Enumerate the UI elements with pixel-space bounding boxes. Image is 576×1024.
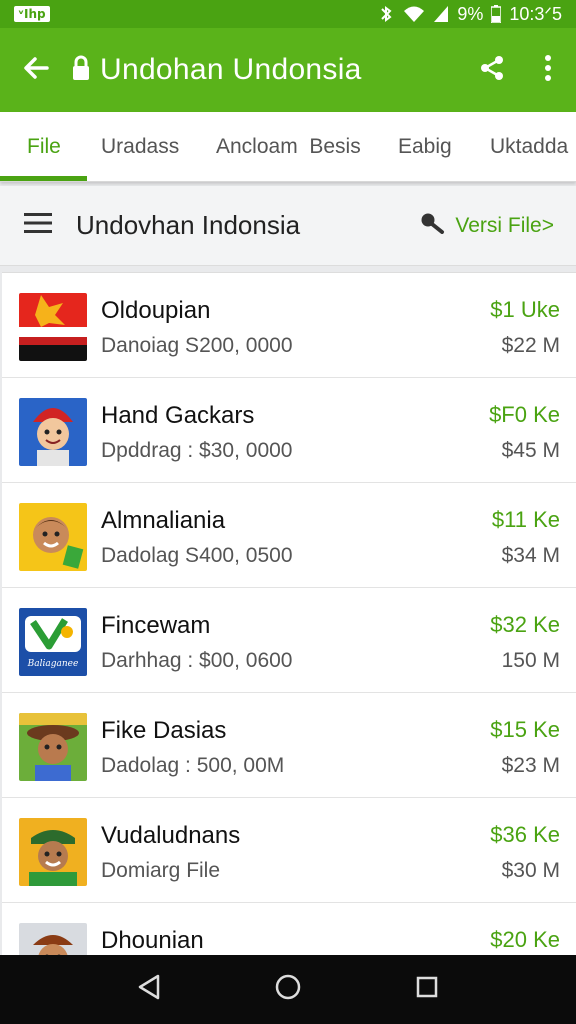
item-price: $20 Ke [490, 927, 560, 952]
tab-file[interactable]: File [27, 112, 61, 182]
list-item[interactable]: Dhounian $20 Ke [2, 903, 576, 955]
active-tab-indicator [0, 176, 87, 181]
section-title: Undovhan Indonsia [76, 210, 301, 240]
app-title: Undohan Undonsia [100, 53, 362, 86]
list-item[interactable]: Vudaludnans Domiarg File $36 Ke $30 M [2, 798, 576, 903]
app-bar: Undohan Undonsia [0, 28, 576, 112]
item-description: Danoiag S200, 0000 [101, 334, 293, 357]
character-thumbnail [19, 923, 87, 955]
item-name: Oldoupian [101, 297, 211, 324]
system-nav-bar [0, 955, 576, 1024]
more-vert-icon [544, 54, 552, 87]
nav-recents-button[interactable] [397, 960, 457, 1020]
logo-text: Baliaganee [27, 659, 79, 669]
nav-home-icon [274, 973, 302, 1006]
item-name: Dhounian [101, 927, 204, 954]
tab-uradass[interactable]: Uradass [101, 112, 179, 182]
app-bar-actions [464, 28, 576, 112]
item-name: Fike Dasias [101, 717, 227, 744]
item-name: Almnaliania [101, 507, 226, 534]
battery-percent: 9% [457, 3, 484, 24]
menu-button[interactable] [0, 186, 76, 266]
item-description: Dadolag S400, 0500 [101, 544, 293, 567]
wifi-icon [403, 5, 425, 23]
item-name: Vudaludnans [101, 822, 241, 849]
list-item[interactable]: Fike Dasias Dadolag : 500, 00M $15 Ke $2… [2, 693, 576, 798]
hamburger-icon [24, 212, 52, 239]
nav-home-button[interactable] [258, 960, 318, 1020]
character-thumbnail [19, 713, 87, 781]
title-wrap: Undohan Undonsia [72, 53, 464, 87]
signal-icon [433, 5, 449, 23]
status-left: ᵛIhp [14, 6, 50, 22]
logo-thumbnail: Baliaganee [19, 608, 87, 676]
item-price: $36 Ke [490, 822, 560, 847]
tab-ancloam-besis[interactable]: Ancloam Besis [216, 112, 361, 182]
bluetooth-icon [377, 5, 395, 23]
item-size: 150 M [501, 649, 560, 672]
item-size: $23 M [501, 754, 560, 777]
item-size: $30 M [501, 859, 560, 882]
nav-recents-icon [415, 975, 439, 1004]
search-icon [419, 212, 445, 240]
share-icon [478, 54, 506, 87]
list-item[interactable]: Almnaliania Dadolag S400, 0500 $11 Ke $3… [2, 483, 576, 588]
item-price: $11 Ke [491, 507, 560, 532]
lock-icon [72, 55, 90, 86]
item-description: Dpddrag : $30, 0000 [101, 439, 293, 462]
version-file-link[interactable]: Versi File> [419, 212, 554, 240]
tab-uktadda[interactable]: Uktadda [490, 112, 568, 182]
item-price: $1 Uke [490, 297, 560, 322]
carrier-badge: ᵛIhp [14, 6, 50, 22]
item-description: Domiarg File [101, 859, 221, 882]
item-description: Darhhag : $00, 0600 [101, 649, 293, 672]
item-name: Fincewam [101, 612, 211, 639]
version-file-label: Versi File> [455, 213, 554, 237]
list-item[interactable]: Hand Gackars Dpddrag : $30, 0000 $F0 Ke … [2, 378, 576, 483]
share-button[interactable] [464, 28, 520, 112]
tab-bar: File Uradass Ancloam Besis Eabig Uktadda [0, 112, 576, 182]
clock: 10:3ᐟ5 [509, 3, 562, 24]
back-button[interactable] [0, 28, 72, 112]
more-options-button[interactable] [520, 28, 576, 112]
sub-header: Undovhan Indonsia Versi File> [0, 186, 576, 266]
nav-back-icon [136, 973, 162, 1006]
back-arrow-icon [21, 53, 51, 88]
item-price: $15 Ke [490, 717, 560, 742]
flag-thumbnail [19, 293, 87, 361]
list-item[interactable]: Oldoupian Danoiag S200, 0000 $1 Uke $22 … [2, 273, 576, 378]
item-price: $32 Ke [490, 612, 560, 637]
item-size: $22 M [501, 334, 560, 357]
item-description: Dadolag : 500, 00M [101, 754, 285, 777]
character-thumbnail [19, 818, 87, 886]
item-price: $F0 Ke [489, 402, 560, 427]
nav-back-button[interactable] [119, 960, 179, 1020]
battery-icon [491, 5, 502, 23]
item-size: $45 M [501, 439, 560, 462]
avatar-thumbnail [19, 503, 87, 571]
item-name: Hand Gackars [101, 402, 255, 429]
tab-eabig[interactable]: Eabig [398, 112, 452, 182]
status-right: 9% 10:3ᐟ5 [377, 4, 562, 25]
file-list: Oldoupian Danoiag S200, 0000 $1 Uke $22 … [2, 272, 576, 955]
character-thumbnail [19, 398, 87, 466]
list-item[interactable]: Baliaganee Fincewam Darhhag : $00, 0600 … [2, 588, 576, 693]
item-size: $34 M [501, 544, 560, 567]
status-bar: ᵛIhp 9% 10:3ᐟ5 [0, 0, 576, 28]
